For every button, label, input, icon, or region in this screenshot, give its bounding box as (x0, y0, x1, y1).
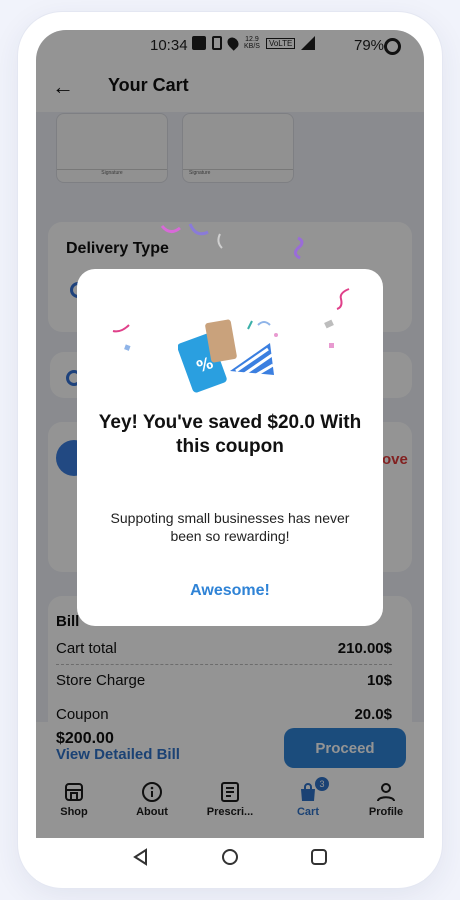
app-screen: 10:34 12.9 KB/S VoLTE 79% ← Your Cart Sig… (36, 30, 424, 838)
home-nav-icon[interactable] (221, 848, 239, 866)
coupon-success-dialog: % Yey! You've saved $20.0 With this coup… (77, 269, 383, 626)
back-nav-icon[interactable] (132, 848, 150, 866)
dialog-heading: Yey! You've saved $20.0 With this coupon (98, 412, 362, 457)
dialog-message: Suppoting small businesses has never bee… (110, 510, 350, 544)
system-navigation-bar (36, 838, 424, 880)
recents-nav-icon[interactable] (310, 848, 328, 866)
voucher-celebration-icon: % (178, 319, 278, 393)
awesome-button[interactable]: Awesome! (77, 582, 383, 600)
